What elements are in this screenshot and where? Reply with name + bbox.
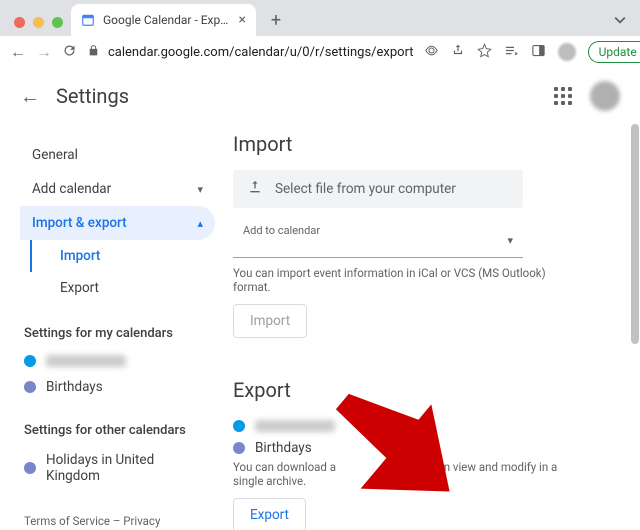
settings-sidebar: General Add calendar ▾ Import & export ▴… <box>20 124 215 530</box>
button-label: Import <box>250 313 290 329</box>
export-calendar-primary <box>233 416 585 436</box>
chevron-down-icon: ▾ <box>197 183 203 196</box>
calendar-color-dot <box>233 442 245 454</box>
forward-button[interactable]: → <box>36 42 52 62</box>
page-header: ← Settings <box>0 68 640 124</box>
page-title: Settings <box>56 84 129 108</box>
sidebar-calendar-birthdays[interactable]: Birthdays <box>20 373 215 401</box>
sidebar-heading-my-calendars: Settings for my calendars <box>20 326 215 349</box>
browser-tab[interactable]: Google Calendar - Export/impo × <box>71 4 256 36</box>
scrollbar-thumb[interactable] <box>631 124 639 344</box>
sidebar-item-label: General <box>32 147 78 163</box>
lock-icon <box>87 44 100 61</box>
tab-close-icon[interactable]: × <box>239 12 246 28</box>
address-bar: ← → calendar.google.com/calendar/u/0/r/s… <box>0 36 640 68</box>
sidebar-heading-other-calendars: Settings for other calendars <box>20 423 215 446</box>
calendar-color-dot <box>233 420 245 432</box>
sidebar-item-add-calendar[interactable]: Add calendar ▾ <box>20 172 215 206</box>
import-heading: Import <box>233 132 585 156</box>
calendar-name: Holidays in United Kingdom <box>46 452 211 484</box>
button-label: Export <box>250 507 289 523</box>
sidebar-subitem-label: Export <box>60 280 99 296</box>
sidebar-subitem-label: Import <box>60 248 100 264</box>
calendar-name: Birthdays <box>46 379 103 395</box>
upload-icon <box>247 179 263 199</box>
sidebar-item-label: Import & export <box>32 215 127 231</box>
update-label: Update <box>599 45 637 59</box>
calendar-name-redacted <box>46 355 126 367</box>
file-select-button[interactable]: Select file from your computer <box>233 170 523 208</box>
new-tab-button[interactable]: + <box>262 6 290 34</box>
export-calendar-birthdays: Birthdays <box>233 436 585 460</box>
profile-avatar-icon[interactable] <box>558 43 576 61</box>
dropdown-label: Add to calendar <box>243 224 513 237</box>
url-text: calendar.google.com/calendar/u/0/r/setti… <box>108 45 414 60</box>
star-icon[interactable] <box>477 43 492 62</box>
sidebar-item-general[interactable]: General <box>20 138 215 172</box>
window-controls <box>10 17 71 36</box>
maximize-window-icon[interactable] <box>52 17 63 28</box>
import-hint: You can import event information in iCal… <box>233 266 585 294</box>
calendar-name: Birthdays <box>255 440 312 456</box>
account-avatar[interactable] <box>590 81 620 111</box>
sidebar-subitem-export[interactable]: Export <box>30 272 215 304</box>
back-button[interactable]: ← <box>10 42 26 62</box>
sidebar-item-import-export[interactable]: Import & export ▴ <box>20 206 215 240</box>
apps-grid-icon[interactable] <box>554 87 572 105</box>
sidebar-calendar-holidays[interactable]: Holidays in United Kingdom <box>20 446 215 490</box>
export-button[interactable]: Export <box>233 498 306 530</box>
sidebar-item-label: Add calendar <box>32 181 111 197</box>
chevron-down-icon[interactable] <box>614 11 626 30</box>
playlist-icon[interactable] <box>504 43 519 62</box>
tab-strip: Google Calendar - Export/impo × + <box>0 0 640 36</box>
main-panel: Import Select file from your computer Ad… <box>215 124 585 530</box>
toolbar-right: Update ⋮ <box>424 41 640 63</box>
calendar-name-redacted <box>255 420 335 432</box>
browser-chrome: Google Calendar - Export/impo × + ← → ca… <box>0 0 640 68</box>
share-icon[interactable] <box>451 43 465 61</box>
scrollbar[interactable] <box>630 68 640 530</box>
page: ← Settings General Add calendar ▾ Import… <box>0 68 640 530</box>
add-to-calendar-dropdown[interactable]: Add to calendar ▾ <box>233 218 523 258</box>
caret-down-icon: ▾ <box>507 234 513 247</box>
import-button[interactable]: Import <box>233 304 307 338</box>
file-select-label: Select file from your computer <box>275 181 456 197</box>
calendar-color-dot <box>24 355 36 367</box>
sidebar-calendar-primary[interactable] <box>20 349 215 373</box>
calendar-color-dot <box>24 381 36 393</box>
footer-links[interactable]: Terms of Service – Privacy <box>20 514 215 528</box>
panel-icon[interactable] <box>531 43 546 62</box>
sidebar-subitem-import[interactable]: Import <box>30 240 215 272</box>
eye-icon[interactable] <box>424 43 439 62</box>
export-hint: You can download a xxxxxxxx that you can… <box>233 460 585 488</box>
minimize-window-icon[interactable] <box>33 17 44 28</box>
export-heading: Export <box>233 378 585 402</box>
chevron-up-icon: ▴ <box>197 217 203 230</box>
calendar-color-dot <box>24 462 36 474</box>
close-window-icon[interactable] <box>14 17 25 28</box>
back-arrow-icon[interactable]: ← <box>20 84 40 109</box>
update-button[interactable]: Update ⋮ <box>588 41 640 63</box>
reload-button[interactable] <box>62 43 77 62</box>
url-box[interactable]: calendar.google.com/calendar/u/0/r/setti… <box>87 44 414 61</box>
calendar-favicon-icon <box>81 13 95 27</box>
tab-title: Google Calendar - Export/impo <box>103 13 231 27</box>
